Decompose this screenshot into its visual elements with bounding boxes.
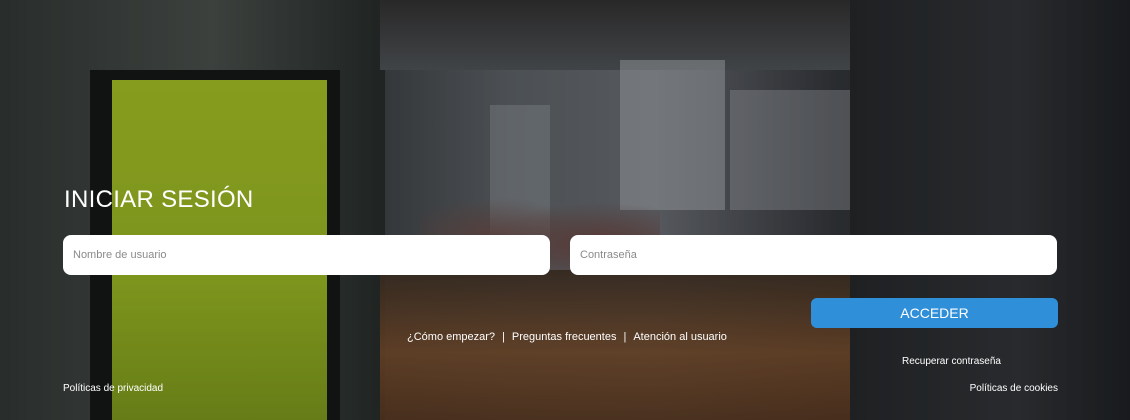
faq-link[interactable]: Preguntas frecuentes [512,331,617,343]
help-links: ¿Cómo empezar? | Preguntas frecuentes | Aten… [407,331,727,343]
privacy-policy-link[interactable]: Políticas de privacidad [63,383,163,394]
password-input[interactable] [570,235,1057,275]
cookie-policy-link[interactable]: Políticas de cookies [970,383,1058,394]
recover-password-link[interactable]: Recuperar contraseña [902,356,1001,367]
username-input[interactable] [63,235,550,275]
support-link[interactable]: Atención al usuario [633,331,727,343]
login-button[interactable]: ACCEDER [811,298,1058,328]
link-separator: | [502,331,505,343]
page-title: INICIAR SESIÓN [64,186,254,213]
how-to-start-link[interactable]: ¿Cómo empezar? [407,331,495,343]
login-page: INICIAR SESIÓN ACCEDER ¿Cómo empezar? | Pr… [0,0,1130,420]
link-separator: | [623,331,627,343]
